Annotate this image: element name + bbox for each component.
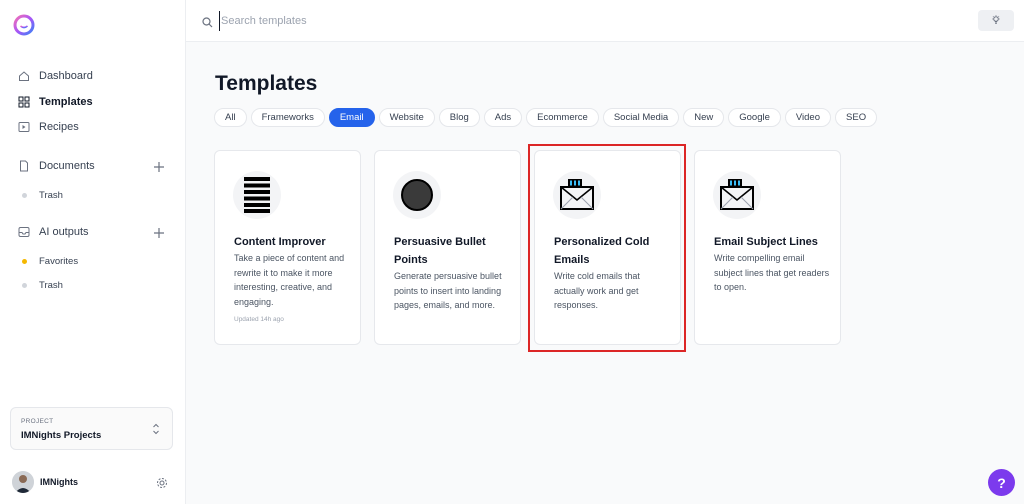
sidebar-documents-trash[interactable]: Trash [22, 188, 63, 202]
sidebar-item-templates[interactable]: Templates [18, 94, 93, 110]
sidebar-item-label: Trash [39, 189, 63, 201]
grid-icon [18, 96, 30, 108]
tab-social-media[interactable]: Social Media [602, 108, 680, 127]
card-title: Personalized Cold Emails [554, 236, 650, 266]
sidebar-section-label: Documents [39, 160, 95, 172]
envelope-icon [553, 171, 601, 219]
chevron-updown-icon [152, 422, 160, 436]
card-title: Content Improver [234, 236, 326, 248]
card-updated: Updated 14h ago [234, 316, 284, 323]
top-bar [186, 0, 1024, 42]
sidebar-item-label: Trash [39, 279, 63, 291]
project-selector[interactable]: PROJECT IMNights Projects [10, 407, 173, 450]
sidebar-section-label: AI outputs [39, 226, 89, 238]
home-icon [18, 70, 30, 82]
user-menu[interactable]: IMNights [12, 470, 172, 494]
sidebar-section-documents[interactable]: Documents [18, 158, 95, 174]
search-input[interactable] [219, 11, 719, 31]
card-description: Write compelling email subject lines tha… [714, 253, 830, 292]
search-icon [202, 15, 213, 28]
card-description: Take a piece of content and rewrite it t… [234, 253, 345, 307]
document-icon [18, 160, 30, 172]
category-tabs: All Frameworks Email Website Blog Ads Ec… [214, 108, 878, 127]
user-name: IMNights [40, 477, 78, 487]
bullet-dot [22, 282, 27, 288]
sidebar-section-ai-outputs[interactable]: AI outputs [18, 224, 89, 240]
add-ai-output-icon[interactable] [153, 226, 165, 238]
tab-blog[interactable]: Blog [438, 108, 480, 127]
lightbulb-icon [991, 12, 1001, 30]
template-card-personalized-cold-emails[interactable]: Personalized Cold Emails Write cold emai… [534, 150, 681, 345]
bullet-dot [22, 192, 27, 198]
card-title: Persuasive Bullet Points [394, 236, 486, 266]
sidebar-item-dashboard[interactable]: Dashboard [18, 68, 93, 84]
sidebar-item-label: Dashboard [39, 70, 93, 82]
avatar[interactable] [12, 471, 34, 493]
tab-email[interactable]: Email [328, 108, 375, 127]
sidebar-item-recipes[interactable]: Recipes [18, 119, 79, 135]
help-label: ? [997, 474, 1006, 491]
tab-ads[interactable]: Ads [483, 108, 523, 127]
logo-icon[interactable] [12, 12, 36, 36]
inbox-icon [18, 226, 30, 238]
envelope-icon [713, 171, 761, 219]
help-button[interactable]: ? [988, 469, 1015, 496]
card-description: Write cold emails that actually work and… [554, 271, 640, 310]
content-lines-icon [233, 171, 281, 219]
sidebar-item-label: Favorites [39, 255, 79, 267]
tab-seo[interactable]: SEO [835, 108, 878, 127]
project-name: IMNights Projects [21, 430, 102, 441]
template-card-content-improver[interactable]: Content Improver Take a piece of content… [214, 150, 361, 345]
bulb-button[interactable] [978, 10, 1014, 31]
sidebar-ai-favorites[interactable]: Favorites [22, 254, 78, 268]
template-card-persuasive-bullet-points[interactable]: Persuasive Bullet Points Generate persua… [374, 150, 521, 345]
sidebar-item-label: Templates [39, 96, 93, 108]
template-card-email-subject-lines[interactable]: Email Subject Lines Write compelling ema… [694, 150, 841, 345]
bullet-circle-icon [393, 171, 441, 219]
tab-new[interactable]: New [683, 108, 725, 127]
tab-video[interactable]: Video [784, 108, 832, 127]
favorite-dot [22, 258, 27, 264]
project-caption: PROJECT [21, 418, 54, 425]
sidebar-item-label: Recipes [39, 121, 79, 133]
add-document-icon[interactable] [153, 160, 165, 172]
sidebar: Dashboard Templates Recipes Documents Tr… [0, 0, 186, 504]
tab-website[interactable]: Website [378, 108, 435, 127]
play-square-icon [18, 121, 30, 133]
sidebar-ai-trash[interactable]: Trash [22, 278, 63, 292]
tab-all[interactable]: All [214, 108, 247, 127]
page-title: Templates [215, 72, 318, 95]
card-title: Email Subject Lines [714, 236, 818, 248]
tab-google[interactable]: Google [728, 108, 781, 127]
tab-ecommerce[interactable]: Ecommerce [526, 108, 599, 127]
tab-frameworks[interactable]: Frameworks [250, 108, 325, 127]
gear-icon[interactable] [156, 476, 168, 488]
card-description: Generate persuasive bullet points to ins… [394, 271, 502, 310]
